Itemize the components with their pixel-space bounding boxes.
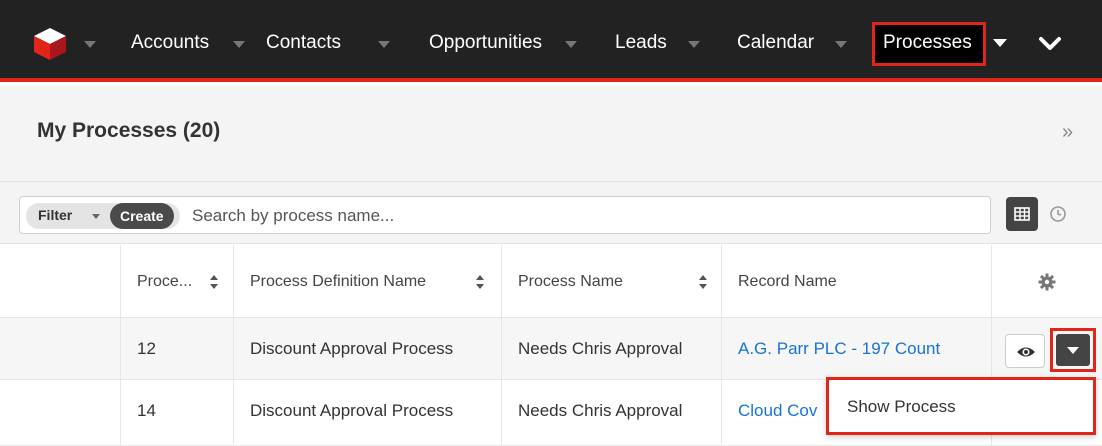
process-number: 14: [137, 401, 156, 420]
column-header-label: Proce...: [137, 273, 193, 290]
processes-caret-icon[interactable]: [993, 39, 1007, 47]
top-navigation: Accounts Contacts Opportunities Leads Ca…: [0, 0, 1102, 82]
table-row[interactable]: 12 Discount Approval Process Needs Chris…: [0, 318, 1102, 380]
record-name-link[interactable]: A.G. Parr PLC - 197 Count: [738, 339, 940, 359]
filter-caret-icon[interactable]: [92, 214, 100, 219]
column-header-label: Process Name: [518, 273, 623, 290]
nav-calendar[interactable]: Calendar: [737, 30, 814, 56]
menu-item-show-process[interactable]: Show Process: [847, 397, 956, 417]
gear-icon[interactable]: [1037, 272, 1057, 292]
leads-caret-icon[interactable]: [688, 41, 700, 48]
filter-bar: Filter Create: [0, 182, 1102, 244]
preview-button[interactable]: [1005, 334, 1045, 368]
nav-processes[interactable]: Processes: [872, 22, 986, 66]
cell-process-number: 12: [120, 318, 233, 379]
cell-record-name: A.G. Parr PLC - 197 Count: [721, 318, 991, 379]
contacts-caret-icon[interactable]: [378, 41, 390, 48]
logo-caret-icon[interactable]: [84, 41, 96, 48]
filter-button[interactable]: Filter: [38, 207, 72, 223]
process-number: 12: [137, 339, 156, 358]
nav-leads[interactable]: Leads: [615, 30, 667, 56]
process-name: Needs Chris Approval: [518, 339, 683, 358]
row-actions-menu: Show Process: [826, 377, 1096, 435]
record-name-link[interactable]: Cloud Cov: [738, 401, 817, 421]
page-header: My Processes (20) »: [0, 86, 1102, 182]
process-name: Needs Chris Approval: [518, 401, 683, 420]
cell-process-definition: Discount Approval Process: [233, 318, 501, 379]
search-box: Filter Create: [19, 196, 991, 234]
double-chevron-right-icon[interactable]: »: [1062, 121, 1073, 144]
logo-cube-icon[interactable]: [33, 27, 67, 61]
process-definition-name: Discount Approval Process: [250, 339, 454, 358]
column-header-process-definition[interactable]: Process Definition Name: [233, 245, 501, 317]
page-title: My Processes (20): [37, 119, 221, 142]
sort-icon[interactable]: [209, 274, 219, 290]
row-actions-dropdown[interactable]: [1050, 328, 1096, 372]
list-view-button[interactable]: [1006, 197, 1038, 231]
cell-process-number: 14: [120, 380, 233, 445]
cell-process-name: Needs Chris Approval: [501, 380, 721, 445]
chevron-down-icon[interactable]: [1030, 24, 1070, 64]
eye-icon: [1017, 347, 1035, 357]
process-definition-name: Discount Approval Process: [250, 401, 454, 420]
caret-down-icon: [1067, 347, 1079, 354]
nav-contacts[interactable]: Contacts: [266, 30, 341, 56]
search-input[interactable]: [192, 203, 972, 229]
opportunities-caret-icon[interactable]: [565, 41, 577, 48]
filter-pill: Filter Create: [26, 203, 180, 229]
cell-process-definition: Discount Approval Process: [233, 380, 501, 445]
nav-processes-label: Processes: [883, 32, 972, 53]
sort-icon[interactable]: [475, 274, 485, 290]
accounts-caret-icon[interactable]: [233, 41, 245, 48]
column-header-actions: [991, 245, 1102, 317]
nav-accounts[interactable]: Accounts: [131, 30, 209, 56]
column-header-process-name[interactable]: Process Name: [501, 245, 721, 317]
table-header-row: Proce... Process Definition Name Process…: [0, 245, 1102, 318]
column-header-process-number[interactable]: Proce...: [120, 245, 233, 317]
clock-icon[interactable]: [1048, 204, 1068, 224]
column-header-record-name[interactable]: Record Name: [721, 245, 991, 317]
column-header-label: Process Definition Name: [250, 273, 427, 290]
nav-opportunities[interactable]: Opportunities: [429, 30, 542, 56]
column-header-label: Record Name: [738, 273, 837, 290]
calendar-caret-icon[interactable]: [835, 41, 847, 48]
row-actions-button[interactable]: [1056, 334, 1090, 366]
create-filter-button[interactable]: Create: [110, 203, 174, 229]
cell-process-name: Needs Chris Approval: [501, 318, 721, 379]
sort-icon[interactable]: [698, 274, 708, 290]
